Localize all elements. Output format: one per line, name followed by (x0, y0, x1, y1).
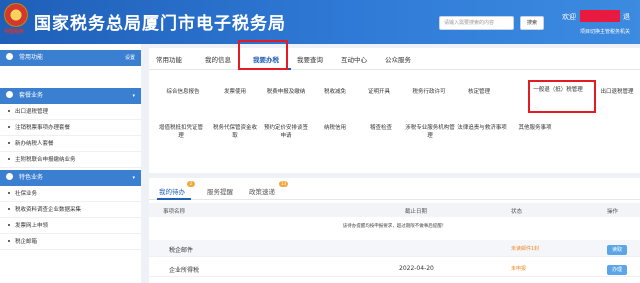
todo-count-badge: 2 (187, 181, 195, 187)
service-item[interactable]: 发票使用 (215, 88, 255, 96)
tab-policy-express[interactable]: 政策速递 (249, 186, 275, 196)
sidebar-item[interactable]: 注销税票事项办理套餐 (0, 120, 141, 136)
sidebar-item[interactable]: 税收资料调查企业数据采集 (0, 202, 141, 218)
service-item[interactable]: 稽查检查 (361, 124, 401, 132)
service-item[interactable]: 核定管理 (459, 88, 499, 96)
service-item[interactable]: 增值税抵扣凭证管理 (159, 124, 203, 140)
tax-emblem-icon (4, 3, 28, 27)
special-icon (6, 173, 13, 180)
row-status: 未读邮件1封 (511, 246, 540, 252)
service-item[interactable]: 税费申报及缴纳 (261, 88, 311, 96)
service-item[interactable]: 纳税信用 (315, 124, 355, 132)
sidebar-item[interactable]: 主附税联合申报缴纳业务 (0, 152, 141, 168)
sidebar: 常用功能 设置 套餐业务 ▾ 出口退税管理 注销税票事项办理套餐 新办纳税人套餐… (0, 44, 141, 283)
settings-link[interactable]: 设置 (125, 50, 135, 66)
col-action: 操作 (607, 209, 619, 215)
service-item[interactable]: 税务行政许可 (405, 88, 453, 96)
sidebar-item[interactable]: 发票网上申领 (0, 218, 141, 234)
common-functions-header[interactable]: 常用功能 设置 (0, 50, 141, 66)
read-button[interactable]: 读取 (607, 245, 627, 255)
tab-my-todo[interactable]: 我的待办 (159, 186, 185, 196)
main-tabs: 常用功能 我的信息 我要办税 我要查询 互动中心 公众服务 (149, 48, 640, 70)
policy-count-badge: 13 (279, 181, 288, 187)
sidebar-item[interactable]: 出口退税管理 (0, 104, 141, 120)
tab-interaction[interactable]: 互动中心 (341, 54, 367, 64)
row-status: 未申报 (511, 266, 527, 272)
row-name: 税企邮件 (169, 247, 194, 254)
table-header: 事项名称 截止日期 状态 操作 (149, 203, 640, 217)
package-business-header[interactable]: 套餐业务 ▾ (0, 88, 141, 104)
service-item[interactable]: 预约定价安排谈签申请 (263, 124, 309, 140)
service-item[interactable]: 综合信息报告 (159, 88, 207, 96)
tab-service-reminder[interactable]: 服务提醒 (207, 186, 233, 196)
todo-panel: 我的待办 2 服务提醒 政策速递 13 事项名称 截止日期 状态 操作 该待办提… (149, 178, 640, 283)
search-input[interactable]: 请输入需要搜索的内容 (439, 16, 514, 30)
col-item-name: 事项名称 (163, 209, 186, 215)
star-icon (6, 53, 13, 60)
service-item[interactable]: 其他服务事项 (511, 124, 559, 132)
handle-button[interactable]: 办理 (607, 265, 627, 275)
tab-public-service[interactable]: 公众服务 (385, 54, 411, 64)
sidebar-item[interactable]: 新办纳税人套餐 (0, 136, 141, 152)
sidebar-item[interactable]: 社保业务 (0, 186, 141, 202)
service-item[interactable]: 法律追责与救济事项 (457, 124, 507, 132)
highlight-box-service (528, 80, 596, 113)
site-title: 国家税务总局厦门市电子税务局 (34, 14, 286, 34)
highlight-box-tab (238, 40, 288, 70)
table-row: 税企邮件 未读邮件1封 读取 (149, 240, 640, 257)
search-button[interactable]: 搜索 (520, 16, 544, 30)
tab-query[interactable]: 我要查询 (297, 54, 323, 64)
special-business-header[interactable]: 特色业务 ▾ (0, 170, 141, 186)
service-item[interactable]: 涉税专业服务机构管理 (405, 124, 455, 140)
table-row: 企业所得税 2022-04-20 未申报 办理 (149, 260, 640, 277)
row-date: 2022-04-20 (399, 265, 434, 272)
logout-link[interactable]: 退 (623, 12, 630, 22)
todo-notice: 该待办提醒均按申报要求，超过期限不做事后提醒！ (342, 224, 447, 229)
service-item[interactable]: 税收减免 (315, 88, 355, 96)
tab-common[interactable]: 常用功能 (156, 54, 182, 64)
col-deadline: 截止日期 (405, 209, 428, 215)
todo-tabs: 我的待办 2 服务提醒 政策速递 13 (149, 178, 640, 200)
service-item[interactable]: 证明开具 (359, 88, 399, 96)
tab-my-info[interactable]: 我的信息 (205, 54, 231, 64)
active-tab-indicator (157, 198, 191, 200)
service-item[interactable]: 税务代保管资金收取 (213, 124, 257, 140)
collapse-icon[interactable]: ▾ (132, 170, 135, 186)
sidebar-item[interactable]: 税企邮箱 (0, 234, 141, 250)
col-status: 状态 (511, 209, 523, 215)
collapse-icon[interactable]: ▾ (132, 88, 135, 104)
row-name: 企业所得税 (169, 267, 200, 274)
service-item[interactable]: 出口退税管理 (593, 88, 640, 96)
switch-tax-office-link[interactable]: 项目切换主管税务机关 (580, 28, 630, 35)
top-header: 中国税务 国家税务总局厦门市电子税务局 请输入需要搜索的内容 搜索 欢迎 退 项… (0, 0, 640, 44)
user-name-redacted (580, 10, 620, 22)
emblem-caption: 中国税务 (4, 29, 25, 35)
package-icon (6, 91, 13, 98)
welcome-text: 欢迎 (562, 13, 576, 21)
